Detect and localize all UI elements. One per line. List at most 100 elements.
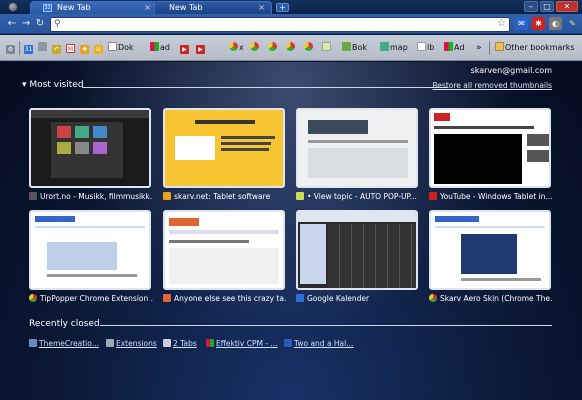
tab-new-tab-active[interactable]: 31 New Tab × xyxy=(30,1,158,14)
tab-new-tab[interactable]: New Tab × xyxy=(154,1,272,14)
close-tab-icon[interactable]: × xyxy=(144,2,151,14)
bookmark-gmail[interactable]: M xyxy=(66,42,76,54)
recently-closed-item[interactable]: ThemeCreatio... xyxy=(29,339,99,348)
bookmark-dok[interactable]: Dok xyxy=(108,42,134,54)
wrench-icon[interactable]: ✎ xyxy=(566,17,579,30)
thumbnail-title[interactable]: Google Kalender xyxy=(296,293,420,304)
thumbnail-view-topic[interactable] xyxy=(296,108,418,188)
thumbnail-urort[interactable] xyxy=(29,108,151,188)
recently-closed-item[interactable]: Two and a Hal... xyxy=(284,339,353,348)
thumbnail-title-text: skarv.net: Tablet software xyxy=(174,192,271,201)
other-bookmarks-button[interactable]: Other bookmarks xyxy=(495,42,575,54)
bookmark-folder[interactable] xyxy=(38,42,48,54)
bookmark-map[interactable]: map xyxy=(380,42,408,54)
user-email[interactable]: skarven@gmail.com xyxy=(471,66,552,75)
bookmark-gear[interactable]: ⚙ xyxy=(6,42,16,54)
bookmark-news[interactable] xyxy=(322,42,332,54)
close-tab-icon[interactable]: × xyxy=(258,2,265,14)
page-menu-icon[interactable]: ◐ xyxy=(549,17,562,30)
thumbnail-review[interactable] xyxy=(163,210,285,290)
calendar-favicon-icon xyxy=(296,294,304,302)
site-favicon-icon xyxy=(29,192,37,200)
search-icon: ⚲ xyxy=(54,19,61,29)
bookmarks-overflow-chevron[interactable]: » xyxy=(476,42,482,54)
bookmark-calendar[interactable]: 31 xyxy=(24,42,34,54)
thumbnail-title[interactable]: Urort.no - Musikk, filmmusikk... xyxy=(29,191,153,202)
other-bookmarks-label: Other bookmarks xyxy=(505,43,575,52)
folder-icon xyxy=(495,42,504,51)
restore-thumbnails-link[interactable]: Restore all removed thumbnails xyxy=(432,81,552,90)
bookmark-chrome-1[interactable] xyxy=(250,42,260,54)
recently-closed-label: 2 Tabs xyxy=(173,339,197,348)
new-tab-page: skarven@gmail.com ▾ Most visited Restore… xyxy=(0,62,582,400)
recently-closed-label: Effektiv CPM - ... xyxy=(216,339,278,348)
bookmark-chrome-4[interactable] xyxy=(304,42,314,54)
bookmark-bok[interactable]: Bok xyxy=(342,42,367,54)
bookmark-undo[interactable]: ↶ xyxy=(52,42,62,54)
extension-icon[interactable]: ✱ xyxy=(532,17,545,30)
doc-icon xyxy=(417,42,426,51)
bookmark-ad-2[interactable]: Ad xyxy=(444,42,464,54)
bookmark-chrome-3[interactable] xyxy=(286,42,296,54)
maps-icon xyxy=(380,42,389,51)
youtube-icon: ▶ xyxy=(196,45,205,54)
most-visited-header[interactable]: ▾ Most visited xyxy=(22,80,84,90)
collapse-arrow-icon[interactable]: ▾ xyxy=(22,80,27,90)
thumbnail-tippopper[interactable] xyxy=(29,210,151,290)
thumbnail-title-text: • View topic - AUTO POP-UP... xyxy=(307,192,417,201)
u-icon: U xyxy=(94,45,103,54)
minimize-button[interactable]: – xyxy=(524,1,538,12)
thumbnail-title[interactable]: Skarv Aero Skin (Chrome The... xyxy=(429,293,553,304)
back-button[interactable]: ← xyxy=(6,18,18,30)
thumbnail-title[interactable]: TipPopper Chrome Extension ... xyxy=(29,293,153,304)
section-divider xyxy=(82,87,448,88)
bookmark-separator xyxy=(489,41,490,55)
bookmark-label: x xyxy=(239,43,244,52)
recently-closed-label: Extensions xyxy=(116,339,157,348)
bookmark-youtube-2[interactable]: ▶ xyxy=(196,42,206,54)
thumbnail-google-calendar[interactable] xyxy=(296,210,418,290)
forward-button[interactable]: → xyxy=(20,18,32,30)
thumbnail-preview xyxy=(298,212,416,288)
window-controls: – □ ✕ xyxy=(522,1,578,13)
mail-icon[interactable]: ✉ xyxy=(515,17,528,30)
tab-title: New Tab xyxy=(169,3,203,12)
books-icon xyxy=(342,42,351,51)
new-tab-button[interactable]: + xyxy=(276,3,289,12)
recently-closed-item[interactable]: Extensions xyxy=(106,339,157,348)
omnibox[interactable]: ⚲ ☆ xyxy=(50,17,510,32)
chrome-icon xyxy=(229,42,238,51)
bookmark-puzzle[interactable]: ✚ xyxy=(80,42,90,54)
thumbnail-title[interactable]: YouTube - Windows Tablet in... xyxy=(429,191,553,202)
recently-closed-item[interactable]: Effektiv CPM - ... xyxy=(206,339,278,348)
bookmark-x[interactable]: x xyxy=(229,42,244,54)
calendar-favicon-icon: 31 xyxy=(43,4,52,12)
bookmark-u[interactable]: U xyxy=(94,42,104,54)
thumbnail-skarv-tablet[interactable] xyxy=(163,108,285,188)
close-window-button[interactable]: ✕ xyxy=(556,1,578,12)
gear-icon: ⚙ xyxy=(6,45,15,54)
maximize-button[interactable]: □ xyxy=(540,1,554,12)
bookmark-ad[interactable]: ad xyxy=(150,42,170,54)
reload-button[interactable]: ↻ xyxy=(34,18,46,30)
bookmark-youtube-1[interactable]: ▶ xyxy=(180,42,190,54)
bookmark-chrome-2[interactable] xyxy=(268,42,278,54)
site-favicon-icon xyxy=(163,294,171,302)
thumbnail-title[interactable]: Anyone else see this crazy ta... xyxy=(163,293,287,304)
thumbnail-preview xyxy=(298,110,416,186)
thumbnail-title[interactable]: skarv.net: Tablet software xyxy=(163,191,287,202)
thumbnail-title[interactable]: • View topic - AUTO POP-UP... xyxy=(296,191,420,202)
thumbnail-preview xyxy=(31,212,149,288)
bookmark-lb[interactable]: lb xyxy=(417,42,434,54)
undo-icon: ↶ xyxy=(52,45,61,54)
window-menu-icon[interactable] xyxy=(8,2,18,12)
thumbnail-youtube[interactable] xyxy=(429,108,551,188)
chrome-icon xyxy=(250,42,259,51)
puzzle-icon xyxy=(106,339,114,347)
thumbnail-skarv-aero-skin[interactable] xyxy=(429,210,551,290)
chrome-icon xyxy=(286,42,295,51)
bookmark-star-icon[interactable]: ☆ xyxy=(497,18,506,29)
recently-closed-item[interactable]: 2 Tabs xyxy=(163,339,197,348)
address-input[interactable] xyxy=(67,19,487,30)
thumbnail-title-text: Anyone else see this crazy ta... xyxy=(174,294,287,303)
